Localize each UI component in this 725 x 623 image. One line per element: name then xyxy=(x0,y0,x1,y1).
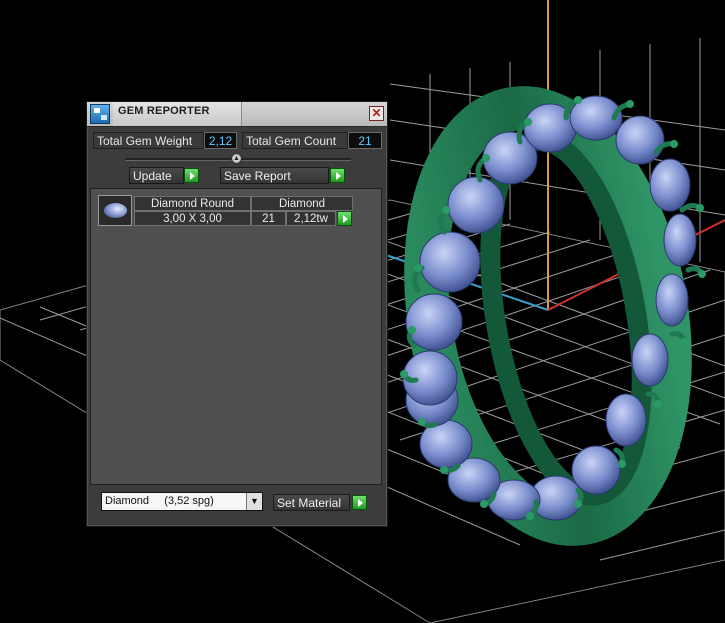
total-gem-count-value: 21 xyxy=(348,132,382,149)
gem-row-play-icon[interactable] xyxy=(337,211,352,226)
gem-list[interactable]: Diamond Round Diamond 3,00 X 3,00 21 2,1… xyxy=(90,188,382,485)
gem-shape: Diamond Round xyxy=(134,196,251,211)
total-gem-weight-label: Total Gem Weight xyxy=(93,132,204,149)
set-material-button[interactable]: Set Material xyxy=(273,494,350,511)
update-button[interactable]: Update xyxy=(129,167,184,184)
gem-count: 21 xyxy=(251,211,286,226)
save-report-button-label: Save Report xyxy=(224,169,291,183)
collapse-slider-knob[interactable]: ▲ xyxy=(231,153,242,164)
chevron-down-icon[interactable]: ▼ xyxy=(246,493,262,510)
update-button-label: Update xyxy=(133,169,172,183)
round-gem-icon xyxy=(98,195,132,226)
window-title: GEM REPORTER xyxy=(118,105,210,117)
gem-reporter-app-icon xyxy=(90,104,110,124)
material-select[interactable]: Diamond (3,52 spg) ▼ xyxy=(101,492,263,511)
total-gem-weight-value: 2,12 xyxy=(204,132,237,149)
update-play-icon[interactable] xyxy=(184,168,199,183)
gem-weight: 2,12tw xyxy=(286,211,336,226)
close-button[interactable]: ✕ xyxy=(369,106,384,121)
gem-size: 3,00 X 3,00 xyxy=(134,211,251,226)
total-gem-count-label: Total Gem Count xyxy=(242,132,348,149)
set-material-button-label: Set Material xyxy=(277,496,342,510)
save-report-play-icon[interactable] xyxy=(330,168,345,183)
material-select-value: Diamond (3,52 spg) xyxy=(105,495,214,507)
set-material-play-icon[interactable] xyxy=(352,495,367,510)
gem-reporter-panel: GEM REPORTER ✕ Total Gem Weight 2,12 Tot… xyxy=(86,101,388,527)
title-bar[interactable]: GEM REPORTER ✕ xyxy=(87,102,387,127)
gem-material: Diamond xyxy=(251,196,353,211)
ring-model[interactable] xyxy=(395,86,706,546)
save-report-button[interactable]: Save Report xyxy=(220,167,329,184)
